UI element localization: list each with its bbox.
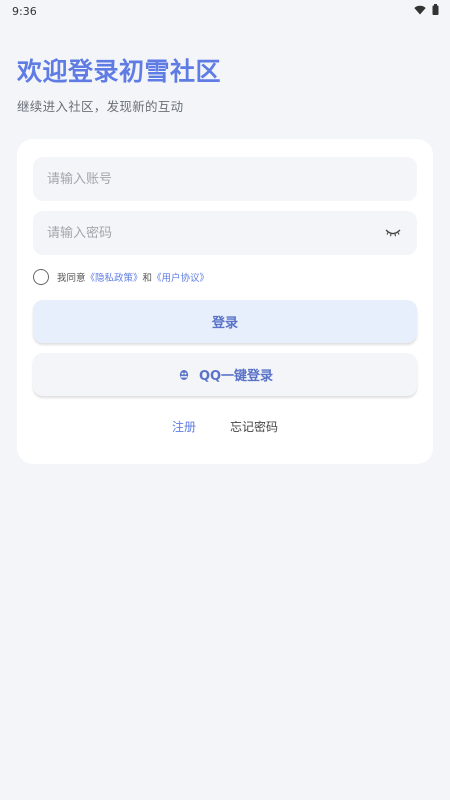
password-field-container: [33, 211, 417, 255]
qq-login-label: QQ一键登录: [198, 369, 274, 384]
account-field-container: [33, 157, 417, 201]
qq-login-button[interactable]: QQ一键登录: [33, 353, 417, 396]
login-button-label: 登录: [211, 316, 238, 331]
agreement-row: 我同意 《隐私政策》 和 《用户协议》: [33, 267, 417, 287]
forgot-password-link[interactable]: 忘记密码: [230, 418, 278, 435]
bottom-links: 注册 忘记密码: [33, 418, 417, 435]
battery-icon: [432, 4, 439, 18]
agreement-conjunction: 和: [142, 273, 153, 284]
password-input[interactable]: [47, 225, 383, 241]
qq-penguin-icon: [177, 368, 191, 382]
status-time: 9:36: [12, 4, 37, 18]
register-link[interactable]: 注册: [172, 418, 196, 435]
agreement-checkbox[interactable]: [33, 269, 49, 285]
page-subtitle: 继续进入社区，发现新的互动: [17, 99, 184, 114]
status-bar: 9:36: [0, 0, 450, 22]
login-button[interactable]: 登录: [33, 300, 417, 343]
wifi-icon: [414, 5, 426, 18]
eye-closed-icon[interactable]: [383, 226, 403, 240]
user-agreement-link[interactable]: 《用户协议》: [152, 270, 209, 284]
account-input[interactable]: [47, 171, 403, 187]
privacy-policy-link[interactable]: 《隐私政策》: [86, 270, 143, 284]
page-title: 欢迎登录初雪社区: [17, 57, 222, 86]
login-card: 我同意 《隐私政策》 和 《用户协议》 登录 QQ一键登录 注册 忘记密码: [17, 139, 433, 464]
header: 欢迎登录初雪社区 继续进入社区，发现新的互动: [0, 22, 450, 115]
agreement-prefix: 我同意: [57, 273, 86, 284]
status-icons: [414, 4, 439, 18]
